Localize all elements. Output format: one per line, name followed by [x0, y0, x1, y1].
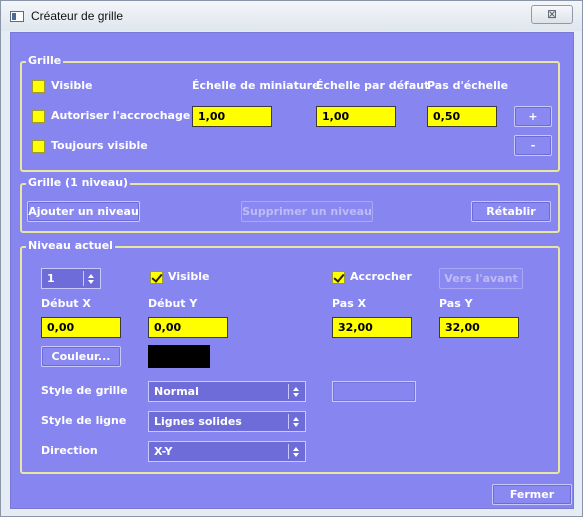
scale-plus-button[interactable]: + — [514, 106, 552, 127]
remove-level-button[interactable]: Supprimer un niveau — [241, 201, 373, 222]
window-title: Créateur de grille — [31, 9, 124, 23]
step-x-label: Pas X — [332, 297, 367, 310]
color-button[interactable]: Couleur... — [41, 346, 121, 367]
levels-group: Grille (1 niveau) Ajouter un niveau Supp… — [20, 176, 560, 233]
level-visible-label: Visible — [168, 270, 210, 283]
step-y-label: Pas Y — [439, 297, 473, 310]
levels-legend: Grille (1 niveau) — [26, 176, 131, 189]
line-style-value: Lignes solides — [154, 415, 242, 428]
bring-forward-button[interactable]: Vers l'avant — [439, 268, 523, 289]
title-bar[interactable]: Créateur de grille ⊠ — [1, 1, 582, 31]
grille-legend: Grille — [26, 54, 64, 67]
scale-minus-button[interactable]: - — [514, 135, 552, 156]
start-x-input[interactable]: 0,00 — [41, 317, 121, 338]
start-y-input[interactable]: 0,00 — [148, 317, 228, 338]
app-icon — [10, 11, 24, 22]
direction-label: Direction — [41, 444, 98, 457]
dialog-client-area: Grille Visible Autoriser l'accrochage To… — [10, 32, 574, 509]
grid-creator-window: Créateur de grille ⊠ Grille Visible Auto… — [0, 0, 583, 517]
step-x-input[interactable]: 32,00 — [332, 317, 412, 338]
level-snap-checkbox[interactable] — [332, 271, 345, 284]
grid-style-value: Normal — [154, 385, 199, 398]
close-dialog-button[interactable]: Fermer — [492, 484, 572, 505]
grille-group: Grille Visible Autoriser l'accrochage To… — [20, 54, 560, 172]
visible-checkbox[interactable] — [32, 80, 45, 93]
dropdown-arrows-icon — [288, 384, 302, 399]
always-visible-label: Toujours visible — [51, 139, 148, 152]
level-spinner-value: 1 — [47, 272, 55, 285]
close-window-button[interactable]: ⊠ — [531, 5, 573, 24]
scale-step-input[interactable]: 0,50 — [427, 106, 497, 127]
grid-style-label: Style de grille — [41, 384, 128, 397]
level-spinner[interactable]: 1 — [41, 268, 101, 289]
line-style-label: Style de ligne — [41, 414, 127, 427]
add-level-button[interactable]: Ajouter un niveau — [27, 201, 140, 222]
default-scale-label: Échelle par défaut — [316, 79, 430, 92]
color-swatch[interactable] — [148, 345, 210, 368]
snap-checkbox[interactable] — [32, 110, 45, 123]
dropdown-arrows-icon — [288, 414, 302, 429]
thumb-scale-input[interactable]: 1,00 — [192, 106, 272, 127]
level-visible-checkbox[interactable] — [150, 271, 163, 284]
start-y-label: Début Y — [148, 297, 198, 310]
line-style-select[interactable]: Lignes solides — [148, 411, 306, 432]
step-y-input[interactable]: 32,00 — [439, 317, 519, 338]
always-visible-checkbox[interactable] — [32, 140, 45, 153]
level-snap-label: Accrocher — [350, 270, 412, 283]
current-level-legend: Niveau actuel — [26, 239, 115, 252]
grid-style-select[interactable]: Normal — [148, 381, 306, 402]
scale-step-label: Pas d'échelle — [427, 79, 509, 92]
default-scale-input[interactable]: 1,00 — [316, 106, 396, 127]
dropdown-arrows-icon — [288, 444, 302, 459]
snap-label: Autoriser l'accrochage — [51, 109, 191, 122]
current-level-group: Niveau actuel 1 Visible Accrocher Vers l… — [20, 239, 560, 474]
direction-select[interactable]: X-Y — [148, 441, 306, 462]
start-x-label: Début X — [41, 297, 91, 310]
visible-label: Visible — [51, 79, 93, 92]
reset-button[interactable]: Rétablir — [471, 201, 551, 222]
thumb-scale-label: Échelle de miniature — [192, 79, 320, 92]
spinner-arrows-icon[interactable] — [83, 271, 97, 286]
grid-style-extra-field[interactable] — [332, 381, 416, 402]
direction-value: X-Y — [154, 445, 173, 458]
